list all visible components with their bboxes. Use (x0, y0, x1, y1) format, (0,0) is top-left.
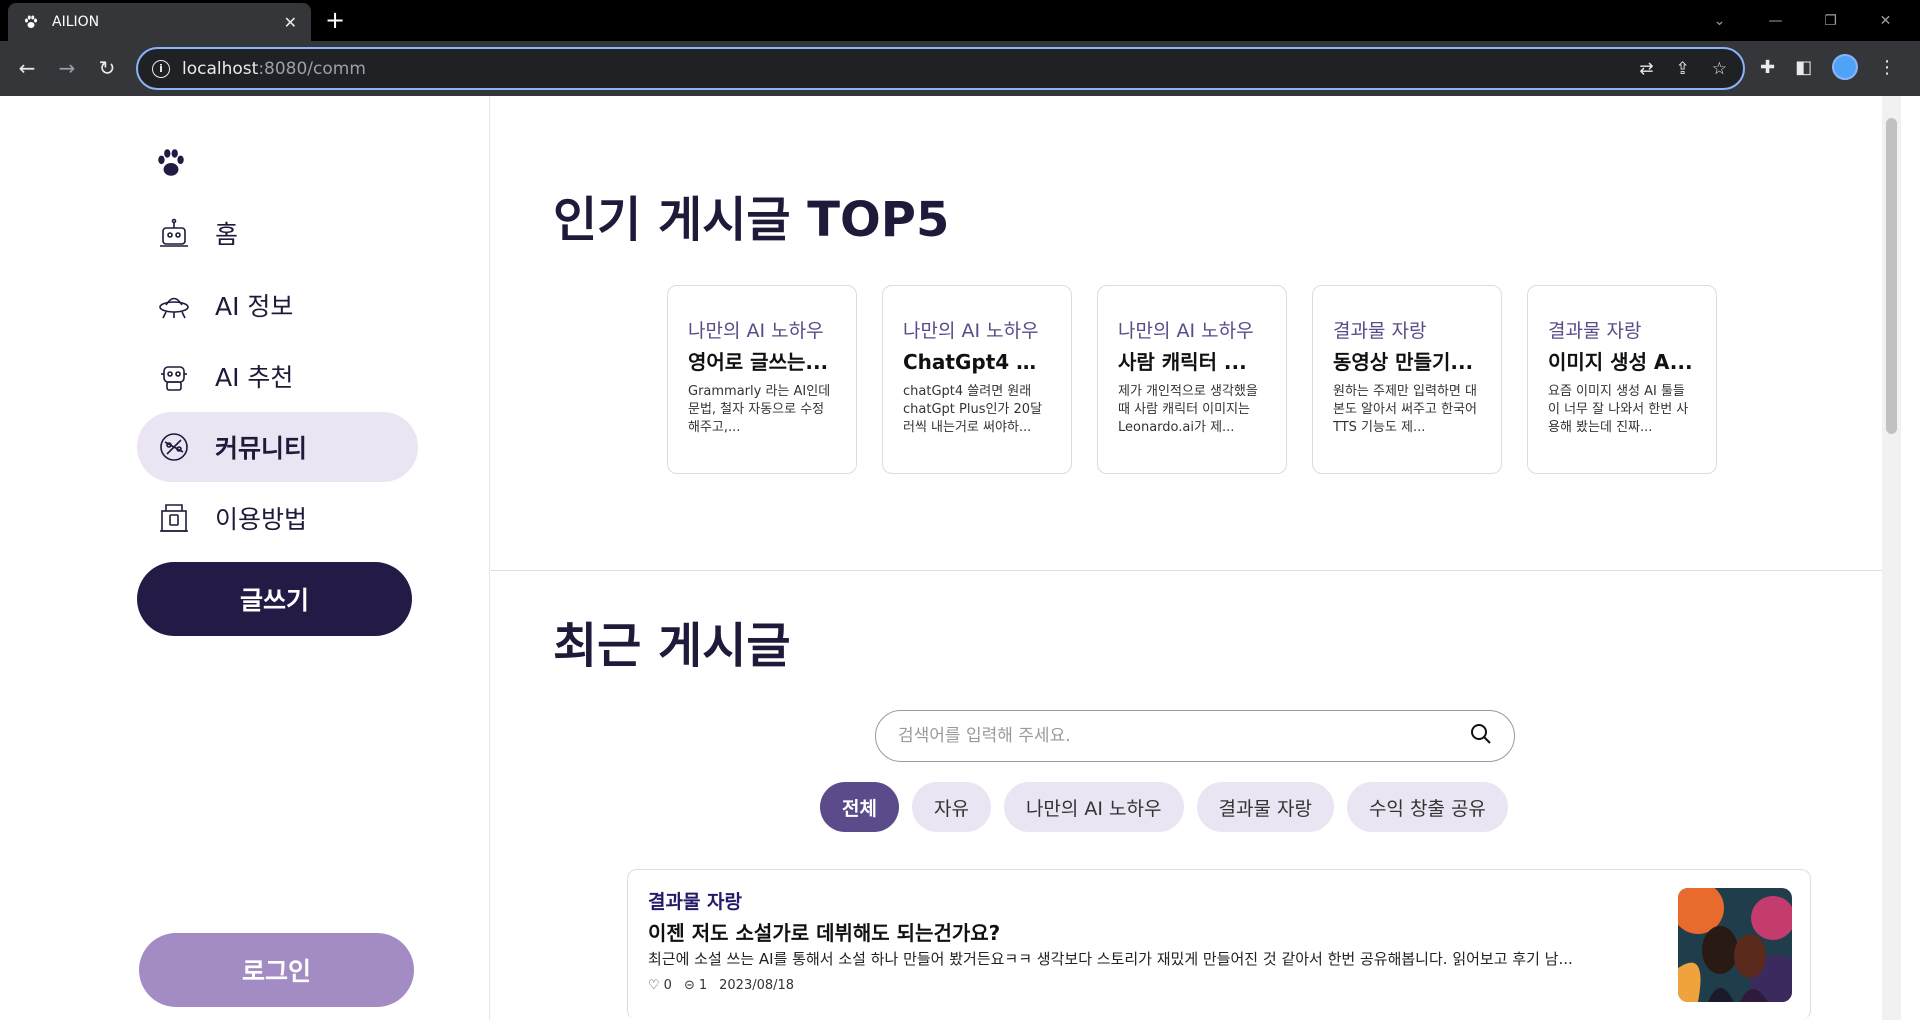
browser-tab[interactable]: AILION ✕ (8, 3, 311, 41)
popular-card-list: 나만의 AI 노하우 영어로 글쓰는... Grammarly 라는 AI인데 … (667, 285, 1717, 474)
write-post-button[interactable]: 글쓰기 (137, 562, 412, 636)
card-category: 결과물 자랑 (1333, 320, 1427, 342)
sidebar-item-label: 커뮤니티 (215, 434, 308, 463)
post-date: 2023/08/18 (719, 978, 795, 993)
card-excerpt: 제가 개인적으로 생각했을 때 사람 캐릭터 이미지는 Leonardo.ai가… (1118, 384, 1258, 435)
reload-icon[interactable]: ↻ (93, 54, 121, 82)
search-input[interactable] (898, 726, 1470, 746)
main-content: 인기 게시글 TOP5 나만의 AI 노하우 영어로 글쓰는... Gramma… (491, 96, 1901, 1020)
page: 홈 AI 정보 AI 추천 커뮤니티 이용방법 글쓰기 로그인 인기 게시글 T… (0, 96, 1920, 1020)
ufo-icon (157, 288, 191, 322)
card-category: 나만의 AI 노하우 (688, 320, 824, 342)
restore-icon[interactable]: ❐ (1803, 0, 1858, 41)
robot-icon (157, 216, 191, 250)
sidebar-item-guide[interactable]: 이용방법 (137, 483, 418, 553)
card-excerpt: Grammarly 라는 AI인데 문법, 철자 자동으로 수정해주고,... (688, 384, 831, 435)
share-icon[interactable]: ⇪ (1676, 59, 1690, 79)
address-bar[interactable]: i localhost:8080/comm ⇄ ⇪ ☆ (136, 47, 1745, 90)
card-title: 동영상 만들기... (1333, 350, 1474, 374)
community-icon (157, 430, 191, 464)
extensions-icon[interactable]: ✚ (1760, 57, 1775, 78)
site-info-icon[interactable]: i (152, 59, 170, 78)
like-count: 0 (663, 978, 672, 993)
card-title: ChatGpt4 무... (903, 350, 1051, 374)
filter-chip-monetize[interactable]: 수익 창출 공유 (1346, 782, 1508, 832)
page-scrollbar[interactable] (1882, 96, 1901, 1020)
card-title: 사람 캐릭터 ... (1118, 350, 1247, 374)
card-excerpt: 요즘 이미지 생성 AI 툴들이 너무 잘 나와서 한번 사용해 봤는데 진짜.… (1548, 384, 1689, 435)
translate-icon[interactable]: ⇄ (1639, 59, 1653, 79)
back-icon[interactable]: ← (13, 54, 41, 82)
post-title: 이젠 저도 소설가로 데뷔해도 되는건가요? (648, 921, 1001, 945)
card-excerpt: 원하는 주제만 입력하면 대본도 알아서 써주고 한국어 TTS 기능도 제..… (1333, 384, 1477, 435)
close-window-icon[interactable]: ✕ (1858, 0, 1913, 41)
search-icon[interactable] (1470, 723, 1492, 749)
post-category: 결과물 자랑 (648, 891, 743, 913)
paw-logo-icon[interactable] (154, 146, 188, 180)
sidebar-item-label: AI 추천 (215, 363, 294, 392)
building-icon (157, 501, 191, 535)
minimize-icon[interactable]: — (1748, 0, 1803, 41)
post-excerpt: 최근에 소설 쓰는 AI를 통해서 소설 하나 만들어 봤거든요ㅋㅋ 생각보다 … (648, 950, 1573, 968)
tab-search-icon[interactable]: ⌄ (1692, 0, 1747, 41)
sidebar-item-label: 홈 (215, 220, 239, 249)
popular-heading: 인기 게시글 TOP5 (553, 192, 950, 248)
popular-card[interactable]: 결과물 자랑 이미지 생성 A... 요즘 이미지 생성 AI 툴들이 너무 잘… (1527, 285, 1717, 474)
sidebar-item-label: 이용방법 (215, 505, 308, 534)
popular-card[interactable]: 나만의 AI 노하우 ChatGpt4 무... chatGpt4 쓸려면 원래… (882, 285, 1072, 474)
section-divider (491, 570, 1901, 571)
heart-icon: ♡ (648, 978, 660, 993)
comment-icon: ⊝ (683, 978, 695, 993)
menu-kebab-icon[interactable]: ⋮ (1878, 57, 1896, 78)
card-title: 이미지 생성 A... (1548, 350, 1693, 374)
sidebar-item-ai-recommend[interactable]: AI 추천 (137, 341, 418, 411)
filter-chip-showcase[interactable]: 결과물 자랑 (1196, 782, 1334, 832)
popular-card[interactable]: 나만의 AI 노하우 영어로 글쓰는... Grammarly 라는 AI인데 … (667, 285, 857, 474)
category-filter: 전체 자유 나만의 AI 노하우 결과물 자랑 수익 창출 공유 (820, 782, 1508, 832)
filter-chip-all[interactable]: 전체 (820, 782, 899, 832)
scrollbar-thumb[interactable] (1886, 118, 1897, 434)
filter-chip-ai-knowhow[interactable]: 나만의 AI 노하우 (1003, 782, 1184, 832)
paw-favicon-icon (22, 13, 40, 31)
card-excerpt: chatGpt4 쓸려면 원래 chatGpt Plus인가 20달러씩 내는거… (903, 384, 1043, 435)
recent-heading: 최근 게시글 (553, 618, 791, 674)
popular-card[interactable]: 나만의 AI 노하우 사람 캐릭터 ... 제가 개인적으로 생각했을 때 사람… (1097, 285, 1287, 474)
search-box (875, 710, 1515, 762)
filter-chip-free[interactable]: 자유 (911, 782, 991, 832)
card-title: 영어로 글쓰는... (688, 350, 829, 374)
profile-avatar[interactable] (1832, 54, 1859, 80)
card-category: 결과물 자랑 (1548, 320, 1642, 342)
login-button[interactable]: 로그인 (139, 933, 414, 1007)
forward-icon[interactable]: → (53, 54, 81, 82)
url-text: localhost:8080/comm (182, 58, 366, 79)
robot-face-icon (157, 359, 191, 393)
sidebar-item-ai-info[interactable]: AI 정보 (137, 270, 418, 340)
post-meta: ♡ 0 ⊝ 1 2023/08/18 (648, 978, 794, 993)
list-item[interactable]: 결과물 자랑 이젠 저도 소설가로 데뷔해도 되는건가요? 최근에 소설 쓰는 … (627, 869, 1811, 1020)
comment-count: 1 (698, 978, 708, 993)
post-thumbnail (1678, 888, 1792, 1002)
bookmark-star-icon[interactable]: ☆ (1712, 59, 1727, 79)
close-tab-icon[interactable]: ✕ (284, 13, 297, 32)
browser-toolbar: ← → ↻ i localhost:8080/comm ⇄ ⇪ ☆ ✚ ◧ ⋮ (0, 41, 1920, 96)
card-category: 나만의 AI 노하우 (1118, 320, 1254, 342)
card-category: 나만의 AI 노하우 (903, 320, 1039, 342)
sidebar-item-community[interactable]: 커뮤니티 (137, 412, 418, 482)
sidebar-item-home[interactable]: 홈 (137, 198, 418, 268)
popular-card[interactable]: 결과물 자랑 동영상 만들기... 원하는 주제만 입력하면 대본도 알아서 써… (1312, 285, 1502, 474)
sidebar-item-label: AI 정보 (215, 292, 294, 321)
new-tab-icon[interactable]: + (325, 6, 345, 34)
sidebar: 홈 AI 정보 AI 추천 커뮤니티 이용방법 글쓰기 로그인 (0, 96, 490, 1020)
tab-title: AILION (52, 14, 100, 30)
browser-tab-bar: AILION ✕ + ⌄ — ❐ ✕ (0, 0, 1920, 41)
side-panel-icon[interactable]: ◧ (1795, 57, 1812, 78)
